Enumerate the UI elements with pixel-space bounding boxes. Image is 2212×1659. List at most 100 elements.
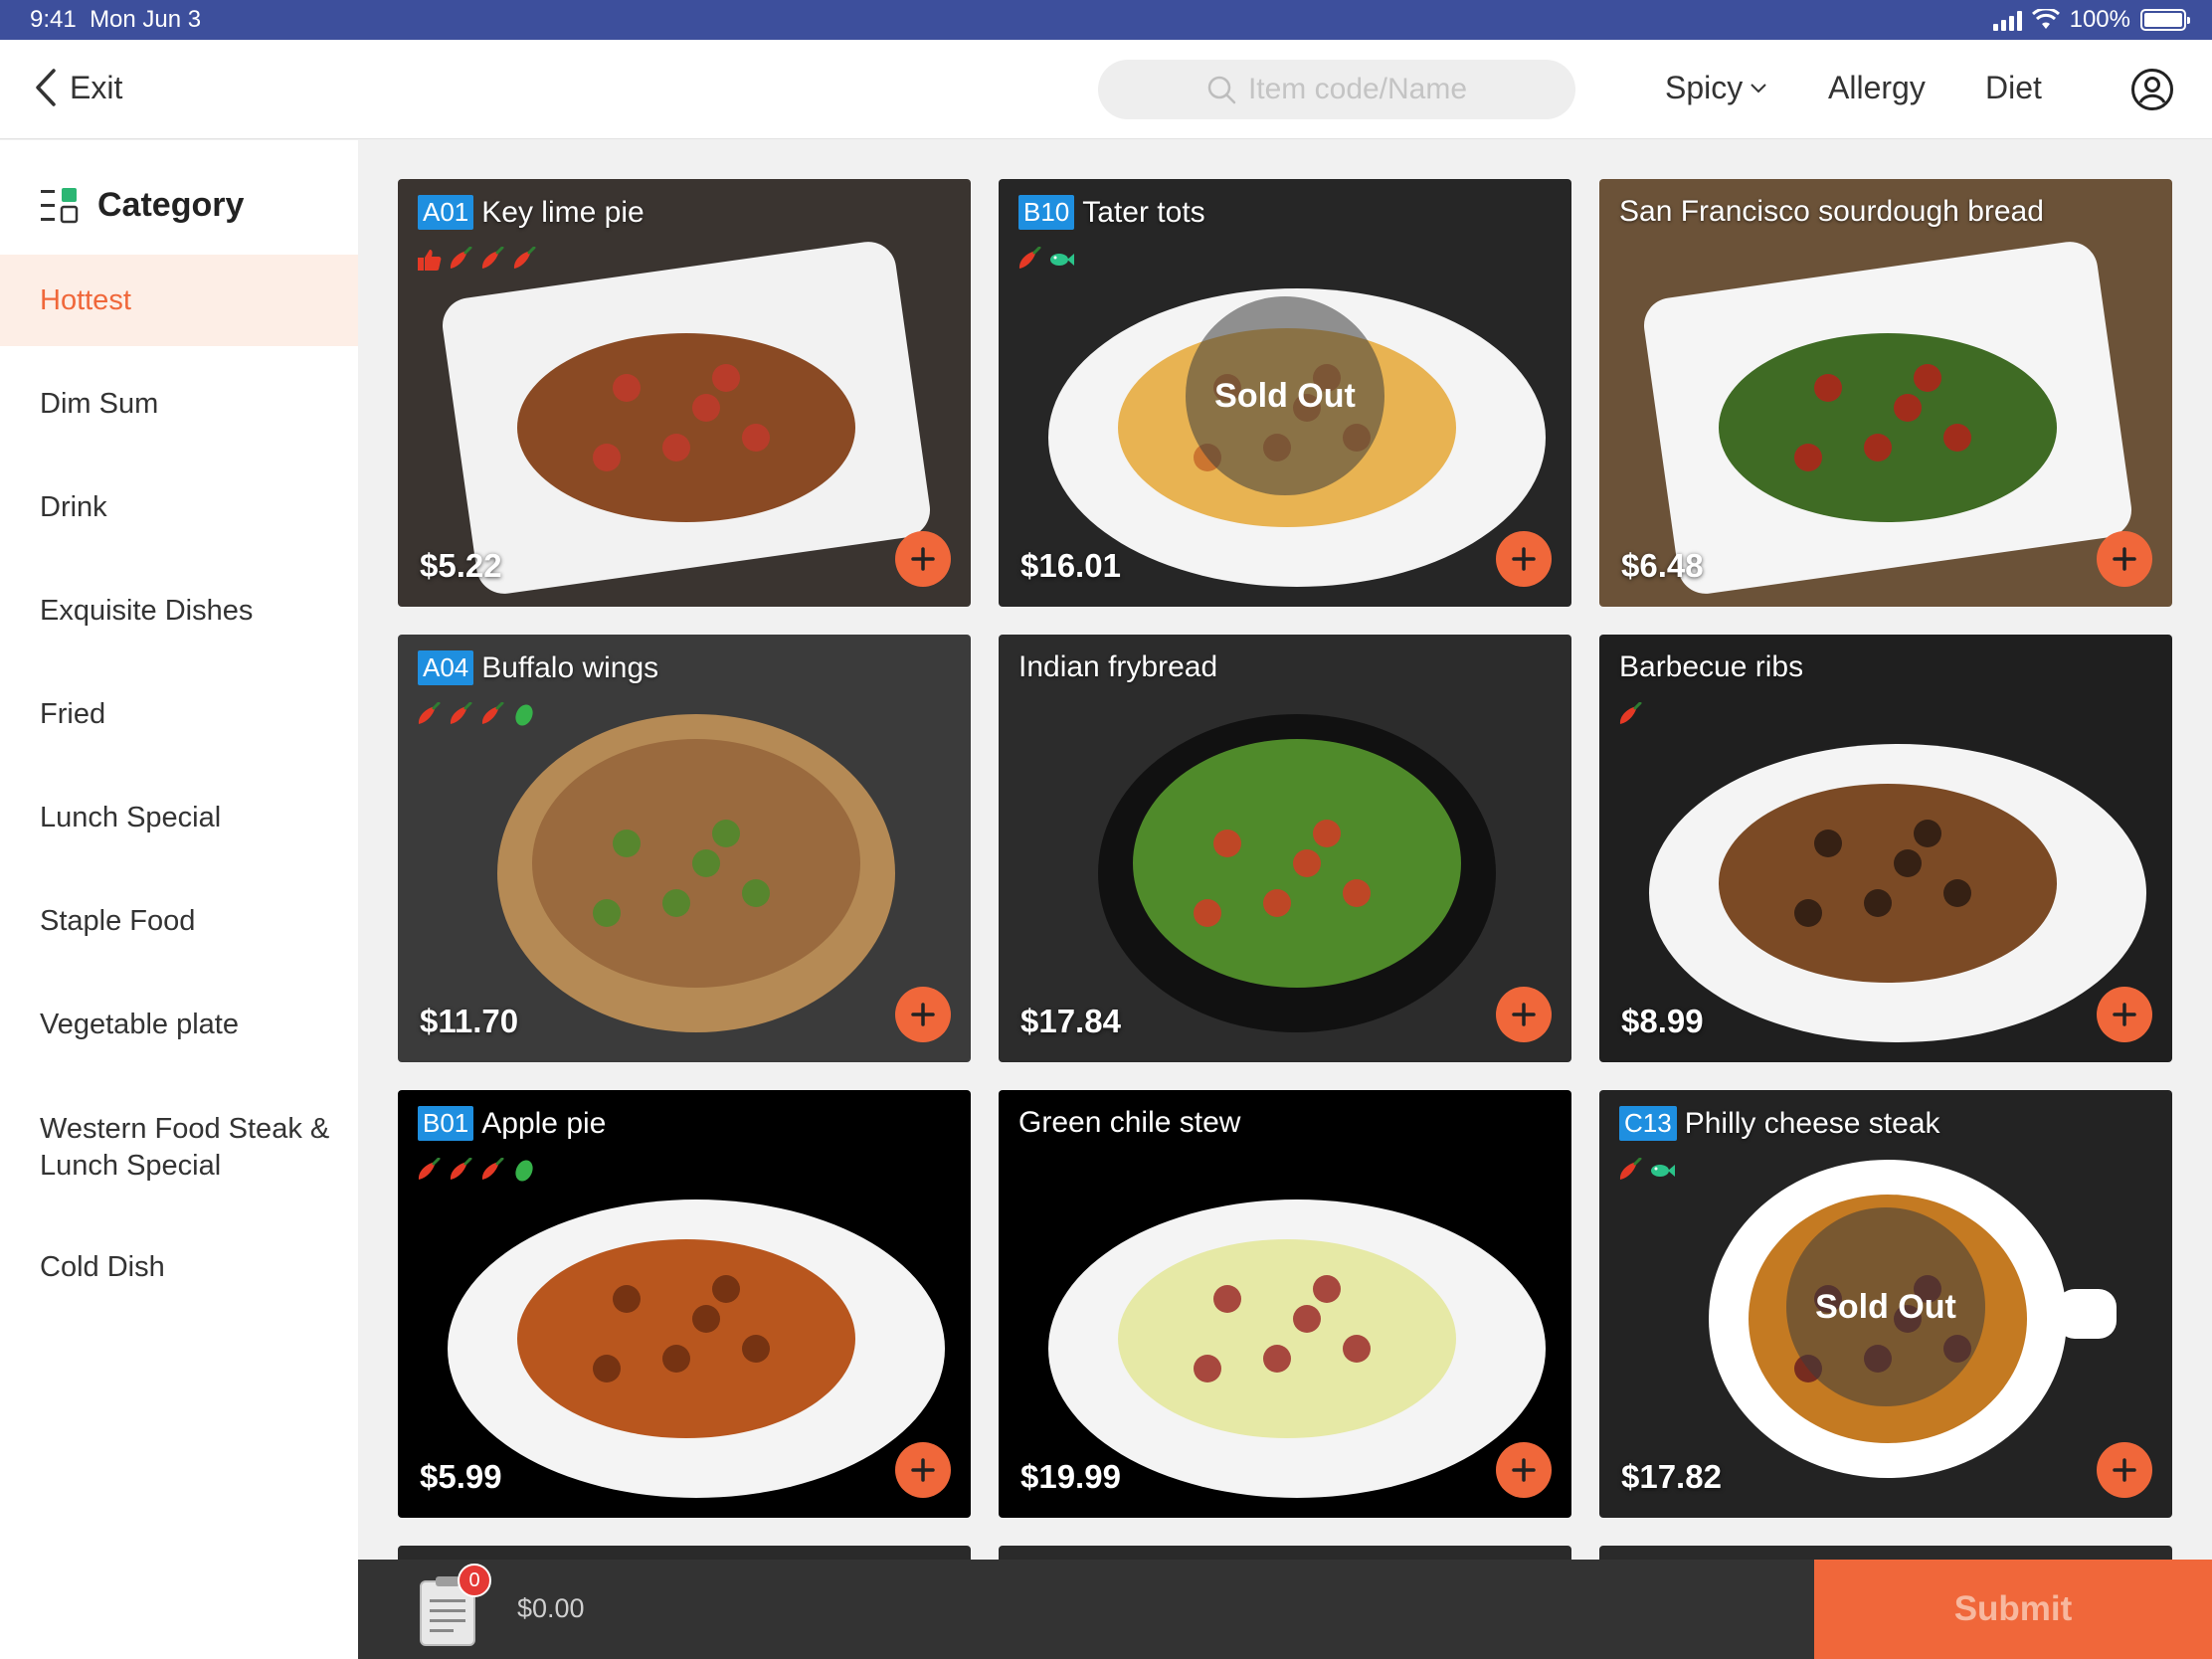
menu-item-price: $11.70 <box>420 1003 519 1039</box>
menu-item-card[interactable]: C13 Philly cheese steak Sold Out $17.82 <box>1599 1090 2172 1518</box>
menu-item-price: $6.48 <box>1621 547 1704 584</box>
menu-item-name: San Francisco sourdough bread <box>1619 195 2044 228</box>
plus-icon <box>911 1003 935 1026</box>
plus-icon <box>911 547 935 571</box>
menu-item-card[interactable]: Green chile stew $19.99 <box>999 1090 1571 1518</box>
filter-diet[interactable]: Diet <box>1985 70 2042 106</box>
category-label: Lunch Special <box>40 801 222 833</box>
add-to-cart-button[interactable] <box>895 987 951 1042</box>
status-bar: 9:41 Mon Jun 3 100% <box>0 0 2212 40</box>
cart-bar: 0 $0.00 Submit <box>358 1560 2212 1659</box>
fish-icon <box>1050 254 1074 266</box>
category-item-hottest[interactable]: Hottest <box>0 255 358 346</box>
category-item-western-food[interactable]: Western Food Steak & Lunch Special <box>0 1102 338 1194</box>
chili-icon <box>481 247 504 269</box>
cart-count-badge: 0 <box>458 1564 491 1597</box>
add-to-cart-button[interactable] <box>2097 531 2152 587</box>
menu-item-title: San Francisco sourdough bread <box>1619 195 2044 229</box>
menu-item-card[interactable]: A01 Key lime pie $5.22 <box>398 179 971 607</box>
food-photo <box>442 242 931 594</box>
filter-diet-label: Diet <box>1985 70 2042 105</box>
status-right: 100% <box>1992 6 2190 34</box>
chili-icon <box>481 1158 504 1180</box>
sold-out-badge: Sold Out <box>1186 296 1384 495</box>
chili-icon <box>418 1158 441 1180</box>
category-label: Vegetable plate <box>40 1008 239 1040</box>
category-item-dim-sum[interactable]: Dim Sum <box>0 358 358 450</box>
plus-icon <box>2113 1458 2136 1482</box>
menu-item-name: Philly cheese steak <box>1684 1106 1940 1140</box>
item-code-badge: A01 <box>418 195 474 230</box>
category-item-drink[interactable]: Drink <box>0 461 358 553</box>
add-to-cart-button[interactable] <box>1496 1442 1552 1498</box>
item-code-badge: C13 <box>1619 1106 1677 1141</box>
menu-item-title: B01 Apple pie <box>418 1106 606 1141</box>
menu-item-title: Indian frybread <box>1018 650 1217 684</box>
add-to-cart-button[interactable] <box>2097 1442 2152 1498</box>
add-to-cart-button[interactable] <box>1496 987 1552 1042</box>
menu-item-card[interactable]: B01 Apple pie $5.99 <box>398 1090 971 1518</box>
plus-icon <box>1512 1003 1536 1026</box>
search-placeholder: Item code/Name <box>1247 73 1468 105</box>
category-label: Hottest <box>40 283 131 316</box>
menu-item-name: Buffalo wings <box>481 650 659 684</box>
item-code-badge: B01 <box>418 1106 474 1141</box>
filter-spicy[interactable]: Spicy <box>1665 70 1766 106</box>
add-to-cart-button[interactable] <box>1496 531 1552 587</box>
item-code-badge: B10 <box>1018 195 1075 230</box>
menu-item-name: Barbecue ribs <box>1619 650 1804 683</box>
exit-button[interactable]: Exit <box>34 68 122 107</box>
menu-item-title: Green chile stew <box>1018 1106 1240 1140</box>
category-item-exquisite-dishes[interactable]: Exquisite Dishes <box>0 565 358 656</box>
plus-icon <box>2113 1003 2136 1026</box>
category-item-vegetable-plate[interactable]: Vegetable plate <box>0 979 358 1070</box>
chili-icon <box>450 1158 472 1180</box>
category-item-lunch-special[interactable]: Lunch Special <box>0 772 358 863</box>
category-label: Cold Dish <box>40 1250 165 1283</box>
search-input[interactable]: Item code/Name <box>1098 60 1575 119</box>
user-profile-icon[interactable] <box>2130 68 2174 111</box>
dietary-tags <box>416 1158 539 1186</box>
add-to-cart-button[interactable] <box>2097 987 2152 1042</box>
filter-spicy-label: Spicy <box>1665 70 1744 105</box>
top-nav: Exit Item code/Name Spicy Allergy Diet <box>0 40 2212 139</box>
menu-item-title: B10 Tater tots <box>1018 195 1205 230</box>
menu-item-name: Key lime pie <box>481 195 645 229</box>
food-photo <box>1649 744 2146 1042</box>
menu-item-card[interactable]: A04 Buffalo wings $11.70 <box>398 635 971 1062</box>
menu-item-card[interactable]: Indian frybread $17.84 <box>999 635 1571 1062</box>
menu-item-name: Apple pie <box>481 1106 607 1140</box>
chili-icon <box>481 702 504 724</box>
wifi-icon <box>2031 9 2060 29</box>
menu-item-title: A01 Key lime pie <box>418 195 645 230</box>
category-item-staple-food[interactable]: Staple Food <box>0 875 358 967</box>
category-item-cold-dish[interactable]: Cold Dish <box>0 1221 358 1313</box>
menu-item-card[interactable]: B10 Tater tots Sold Out $16.01 <box>999 179 1571 607</box>
menu-item-card[interactable]: San Francisco sourdough bread $6.48 <box>1599 179 2172 607</box>
chili-icon <box>1619 1158 1642 1180</box>
menu-item-price: $16.01 <box>1020 547 1121 584</box>
food-photo <box>1098 714 1496 1032</box>
filter-allergy[interactable]: Allergy <box>1828 70 1926 106</box>
category-label: Staple Food <box>40 904 196 937</box>
add-to-cart-button[interactable] <box>895 531 951 587</box>
signal-icon <box>1992 9 2022 31</box>
thumbs-up-icon <box>418 250 442 271</box>
status-time: 9:41 Mon Jun 3 <box>30 6 202 33</box>
category-list-icon <box>41 187 79 223</box>
category-label: Drink <box>40 490 107 523</box>
add-to-cart-button[interactable] <box>895 1442 951 1498</box>
category-item-fried[interactable]: Fried <box>0 668 358 760</box>
menu-item-card[interactable]: Barbecue ribs $8.99 <box>1599 635 2172 1062</box>
category-sidebar: Category Hottest Dim Sum Drink Exquisite… <box>0 140 358 1659</box>
chili-icon <box>450 702 472 724</box>
battery-percent: 100% <box>2069 6 2130 33</box>
menu-item-price: $17.84 <box>1020 1003 1121 1039</box>
category-header: Category <box>40 186 244 225</box>
dietary-tags <box>1617 702 1645 730</box>
plus-icon <box>2113 547 2136 571</box>
submit-button[interactable]: Submit <box>1814 1560 2212 1659</box>
food-photo <box>1048 1199 1546 1498</box>
food-photo <box>448 1199 945 1498</box>
chevron-down-icon <box>1751 83 1766 92</box>
